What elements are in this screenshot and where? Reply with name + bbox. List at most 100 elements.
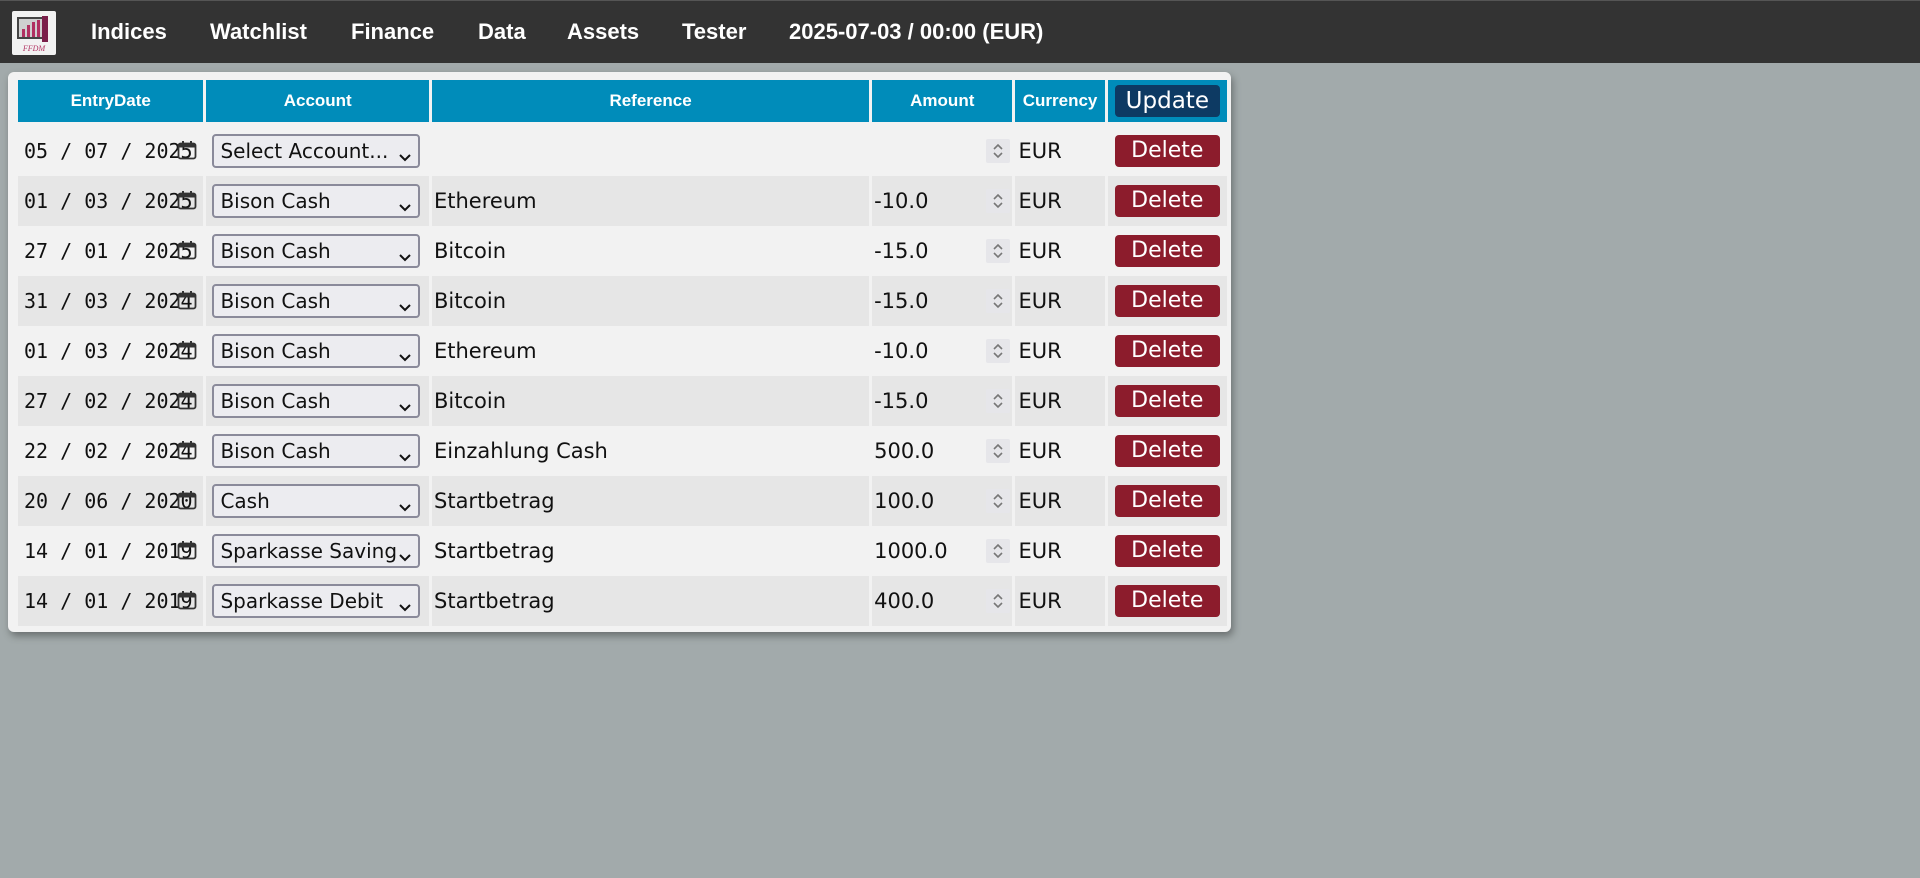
entry-date-cell: 20 / 06 / 2020 bbox=[18, 476, 204, 526]
entry-date-input[interactable]: 14 / 01 / 2019 bbox=[18, 576, 203, 626]
entry-date-input[interactable]: 01 / 03 / 2025 bbox=[18, 176, 203, 226]
spinner-arrows-icon[interactable] bbox=[986, 439, 1011, 463]
amount-input[interactable]: 400.0 bbox=[872, 576, 1012, 626]
reference-input[interactable]: Startbetrag bbox=[432, 576, 870, 626]
delete-cell: Delete bbox=[1107, 326, 1227, 376]
account-select[interactable]: Bison Cash bbox=[212, 384, 421, 418]
spinner-arrows-icon[interactable] bbox=[986, 589, 1011, 613]
account-select[interactable]: Bison Cash bbox=[212, 334, 421, 368]
calendar-icon[interactable] bbox=[177, 590, 197, 610]
app-logo[interactable]: FFDM bbox=[12, 11, 56, 55]
calendar-icon[interactable] bbox=[177, 290, 197, 310]
account-select[interactable]: Bison Cash bbox=[212, 434, 421, 468]
spinner-arrows-icon[interactable] bbox=[986, 339, 1011, 363]
col-header-account[interactable]: Account bbox=[206, 80, 429, 126]
entry-date-input[interactable]: 22 / 02 / 2024 bbox=[18, 426, 203, 476]
calendar-icon[interactable] bbox=[177, 440, 197, 460]
nav-indices[interactable]: Indices bbox=[91, 1, 167, 63]
reference-input[interactable]: Bitcoin bbox=[432, 376, 870, 426]
col-header-entry-date[interactable]: EntryDate bbox=[18, 80, 204, 126]
delete-button[interactable]: Delete bbox=[1114, 435, 1220, 467]
nav-assets[interactable]: Assets bbox=[567, 1, 639, 63]
nav-finance[interactable]: Finance bbox=[351, 1, 434, 63]
delete-button[interactable]: Delete bbox=[1114, 385, 1220, 417]
spinner-arrows-icon[interactable] bbox=[986, 389, 1011, 413]
col-header-reference[interactable]: Reference bbox=[432, 80, 870, 126]
account-selected-value: Bison Cash bbox=[220, 239, 331, 263]
spinner-arrows-icon[interactable] bbox=[986, 489, 1011, 513]
calendar-icon[interactable] bbox=[177, 540, 197, 560]
spinner-arrows-icon[interactable] bbox=[986, 539, 1011, 563]
amount-input[interactable]: 100.0 bbox=[872, 476, 1012, 526]
col-header-amount[interactable]: Amount bbox=[872, 80, 1013, 126]
chevron-down-icon bbox=[398, 495, 412, 512]
entry-date-input[interactable]: 27 / 02 / 2024 bbox=[18, 376, 203, 426]
amount-cell: 1000.0 bbox=[872, 526, 1013, 576]
chevron-down-icon bbox=[398, 345, 412, 362]
account-select[interactable]: Sparkasse Debit bbox=[212, 584, 421, 618]
nav-watchlist[interactable]: Watchlist bbox=[210, 1, 307, 63]
reference-input[interactable]: Ethereum bbox=[432, 326, 870, 376]
account-selected-value: Bison Cash bbox=[220, 389, 331, 413]
amount-input[interactable]: -15.0 bbox=[872, 276, 1012, 326]
account-cell: Select Account... bbox=[206, 126, 429, 176]
amount-input[interactable]: -10.0 bbox=[872, 176, 1012, 226]
amount-input[interactable]: 1000.0 bbox=[872, 526, 1012, 576]
nav-data[interactable]: Data bbox=[478, 1, 526, 63]
entry-date-input[interactable]: 05 / 07 / 2025 bbox=[18, 126, 203, 176]
amount-input[interactable]: -15.0 bbox=[872, 226, 1012, 276]
account-select[interactable]: Cash bbox=[212, 484, 421, 518]
entry-date-value: 20 / 06 / 2020 bbox=[24, 489, 193, 513]
delete-button[interactable]: Delete bbox=[1114, 135, 1220, 167]
entry-date-input[interactable]: 20 / 06 / 2020 bbox=[18, 476, 203, 526]
account-select[interactable]: Sparkasse Saving bbox=[212, 534, 421, 568]
delete-button[interactable]: Delete bbox=[1114, 235, 1220, 267]
spinner-arrows-icon[interactable] bbox=[986, 289, 1011, 313]
reference-input[interactable]: Startbetrag bbox=[432, 476, 870, 526]
delete-cell: Delete bbox=[1107, 576, 1227, 626]
spinner-arrows-icon[interactable] bbox=[986, 189, 1011, 213]
amount-input[interactable]: -15.0 bbox=[872, 376, 1012, 426]
spinner-arrows-icon[interactable] bbox=[986, 239, 1011, 263]
amount-input[interactable] bbox=[872, 126, 1012, 176]
reference-input[interactable]: Bitcoin bbox=[432, 226, 870, 276]
reference-input[interactable] bbox=[432, 126, 870, 176]
currency-cell: EUR bbox=[1015, 376, 1105, 426]
calendar-icon[interactable] bbox=[177, 390, 197, 410]
col-header-currency[interactable]: Currency bbox=[1015, 80, 1105, 126]
delete-button[interactable]: Delete bbox=[1114, 485, 1220, 517]
account-select[interactable]: Select Account... bbox=[212, 134, 421, 168]
reference-input[interactable]: Bitcoin bbox=[432, 276, 870, 326]
entry-date-input[interactable]: 14 / 01 / 2019 bbox=[18, 526, 203, 576]
reference-input[interactable]: Ethereum bbox=[432, 176, 870, 226]
entry-date-input[interactable]: 01 / 03 / 2024 bbox=[18, 326, 203, 376]
account-select[interactable]: Bison Cash bbox=[212, 184, 421, 218]
reference-input[interactable]: Startbetrag bbox=[432, 526, 870, 576]
delete-cell: Delete bbox=[1107, 476, 1227, 526]
reference-input[interactable]: Einzahlung Cash bbox=[432, 426, 870, 476]
delete-button[interactable]: Delete bbox=[1114, 585, 1220, 617]
amount-input[interactable]: -10.0 bbox=[872, 326, 1012, 376]
delete-button[interactable]: Delete bbox=[1114, 335, 1220, 367]
table-row: 20 / 06 / 2020 Cash Startbetrag 100.0 EUR Del… bbox=[18, 476, 1227, 526]
spinner-arrows-icon[interactable] bbox=[986, 139, 1011, 163]
update-button[interactable]: Update bbox=[1114, 85, 1220, 117]
entry-date-input[interactable]: 27 / 01 / 2025 bbox=[18, 226, 203, 276]
entry-date-input[interactable]: 31 / 03 / 2024 bbox=[18, 276, 203, 326]
amount-value: 500.0 bbox=[874, 439, 935, 463]
calendar-icon[interactable] bbox=[177, 240, 197, 260]
account-select[interactable]: Bison Cash bbox=[212, 284, 421, 318]
calendar-icon[interactable] bbox=[177, 490, 197, 510]
account-select[interactable]: Bison Cash bbox=[212, 234, 421, 268]
account-cell: Bison Cash bbox=[206, 326, 429, 376]
top-navigation-bar: FFDM Indices Watchlist Finance Data Asse… bbox=[0, 0, 1920, 63]
delete-button[interactable]: Delete bbox=[1114, 185, 1220, 217]
calendar-icon[interactable] bbox=[177, 140, 197, 160]
amount-value: -15.0 bbox=[874, 289, 929, 313]
calendar-icon[interactable] bbox=[177, 190, 197, 210]
delete-button[interactable]: Delete bbox=[1114, 285, 1220, 317]
nav-tester[interactable]: Tester bbox=[682, 1, 746, 63]
calendar-icon[interactable] bbox=[177, 340, 197, 360]
delete-button[interactable]: Delete bbox=[1114, 535, 1220, 567]
amount-input[interactable]: 500.0 bbox=[872, 426, 1012, 476]
